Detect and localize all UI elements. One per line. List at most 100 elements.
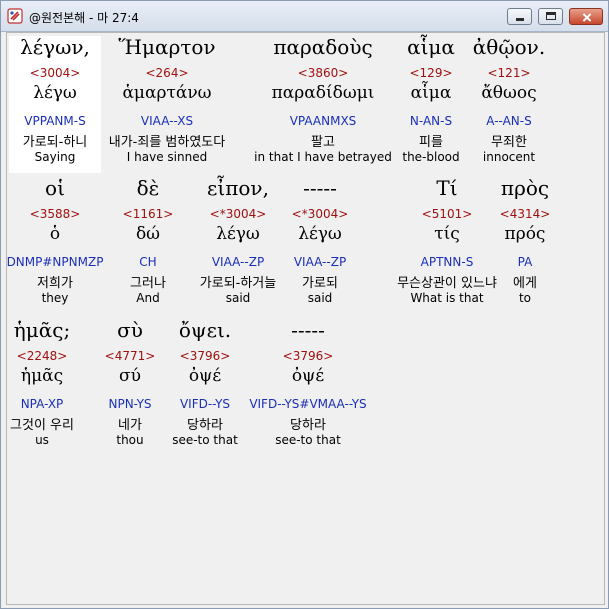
korean-gloss: 네가 [118, 418, 142, 433]
lexeme: δώ [135, 224, 161, 244]
greek-word: οἱ [45, 176, 65, 200]
strong-number: <3796> [282, 349, 334, 363]
english-gloss: And [136, 291, 160, 305]
greek-word: λέγων, [20, 35, 90, 59]
lexeme: λέγω [216, 224, 260, 244]
lexeme: λέγω [298, 224, 342, 244]
maximize-button[interactable] [538, 8, 563, 25]
lexeme: ὀψέ [188, 366, 222, 386]
title-bar[interactable]: @원전본해 - 마 27:4 [1, 1, 608, 32]
strong-number: <3796> [179, 349, 231, 363]
english-gloss: said [225, 291, 251, 305]
lexeme: αἷμα [410, 83, 452, 103]
strong-number: <3860> [297, 66, 349, 80]
parsing-code: APTNN-S [420, 255, 474, 269]
english-gloss: see-to that [172, 433, 238, 447]
english-gloss: see-to that [275, 433, 341, 447]
close-button[interactable] [569, 8, 603, 25]
bible-app-icon [7, 8, 23, 24]
greek-word: ----- [291, 318, 325, 342]
english-gloss: us [35, 433, 49, 447]
parsing-code: DNMP#NPNMZP [6, 255, 104, 269]
greek-word: αἷμα [407, 35, 455, 59]
strong-number: <3588> [29, 207, 81, 221]
greek-word: εἶπον, [207, 176, 269, 200]
english-gloss: Saying [34, 150, 76, 164]
lexeme: ὁ [49, 224, 61, 244]
greek-word: ὄψει. [178, 318, 232, 342]
parsing-code: VIAA--ZP [211, 255, 265, 269]
lexeme: ὀψέ [291, 366, 325, 386]
parsing-code: A--AN-S [486, 114, 532, 128]
parsing-code: PA [517, 255, 533, 269]
english-gloss: in that I have betrayed [254, 150, 392, 164]
strong-number: <2248> [16, 349, 68, 363]
korean-gloss: 당하라 [187, 418, 223, 433]
maximize-icon [546, 12, 556, 20]
lexeme: ἡμᾶς [20, 366, 64, 386]
korean-gloss: 팔고 [311, 135, 335, 150]
korean-gloss: 가로되-하니 [22, 135, 88, 150]
interlinear-panel: λέγων, <3004> λέγω VPPANM-S 가로되-하니 Saying Ἥμαρ… [6, 32, 605, 605]
parsing-code: VPPANM-S [24, 114, 86, 128]
minimize-button[interactable] [507, 8, 532, 25]
english-gloss: the-blood [402, 150, 460, 164]
greek-word: Τί [436, 176, 458, 200]
parsing-code: VIFD--YS#VMAA--YS [249, 397, 367, 411]
greek-word: ἡμᾶς; [13, 318, 71, 342]
close-icon [582, 13, 592, 22]
app-window: @원전본해 - 마 27:4 λέγων, <3004> λέγω VPPANM-S 가… [0, 0, 609, 609]
window-title: @원전본해 - 마 27:4 [29, 11, 139, 25]
lexeme: λέγω [33, 83, 77, 103]
english-gloss: to [518, 291, 532, 305]
greek-word: δὲ [136, 176, 160, 200]
korean-gloss: 가로되 [302, 276, 338, 291]
english-gloss: they [41, 291, 69, 305]
greek-word: ----- [303, 176, 337, 200]
strong-number: <129> [409, 66, 453, 80]
greek-word: παραδοὺς [273, 35, 373, 59]
parsing-code: VPAANMXS [289, 114, 357, 128]
greek-word: πρὸς [500, 176, 550, 200]
greek-word: Ἥμαρτον [118, 35, 216, 59]
english-gloss: innocent [482, 150, 536, 164]
strong-number: <3004> [29, 66, 81, 80]
english-gloss: said [307, 291, 333, 305]
parsing-code: N-AN-S [409, 114, 453, 128]
strong-number: <5101> [421, 207, 473, 221]
parsing-code: VIAA--ZP [293, 255, 347, 269]
parsing-code: VIFD--YS [179, 397, 231, 411]
parsing-code: CH [139, 255, 157, 269]
greek-word: σὺ [117, 318, 143, 342]
korean-gloss: 그것이 우리 [10, 418, 74, 433]
korean-gloss: 에게 [513, 276, 537, 291]
greek-word: ἀθῷον. [472, 35, 546, 59]
lexeme: τίς [434, 224, 460, 244]
minimize-icon [516, 18, 524, 21]
strong-number: <*3004> [291, 207, 349, 221]
english-gloss: thou [116, 433, 144, 447]
strong-number: <264> [145, 66, 189, 80]
parsing-code: NPN-YS [108, 397, 152, 411]
english-gloss: What is that [410, 291, 484, 305]
lexeme: πρός [504, 224, 546, 244]
parsing-code: VIAA--XS [140, 114, 194, 128]
lexeme: παραδίδωμι [271, 83, 375, 103]
korean-gloss: 내가-죄를 범하였도다 [108, 135, 226, 150]
korean-gloss: 가로되-하거늘 [199, 276, 277, 291]
korean-gloss: 그러나 [130, 276, 166, 291]
parsing-code: NPA-XP [20, 397, 64, 411]
strong-number: <*3004> [209, 207, 267, 221]
strong-number: <4314> [499, 207, 551, 221]
korean-gloss: 저희가 [37, 276, 73, 291]
korean-gloss: 당하라 [290, 418, 326, 433]
korean-gloss: 피를 [419, 135, 443, 150]
strong-number: <1161> [122, 207, 174, 221]
korean-gloss: 무죄한 [491, 135, 527, 150]
lexeme: ἁμαρτάνω [122, 83, 212, 103]
korean-gloss: 무슨상관이 있느냐 [397, 276, 497, 291]
lexeme: σύ [119, 366, 141, 386]
lexeme: ἄθωος [481, 83, 537, 103]
english-gloss: I have sinned [126, 150, 208, 164]
strong-number: <121> [487, 66, 531, 80]
